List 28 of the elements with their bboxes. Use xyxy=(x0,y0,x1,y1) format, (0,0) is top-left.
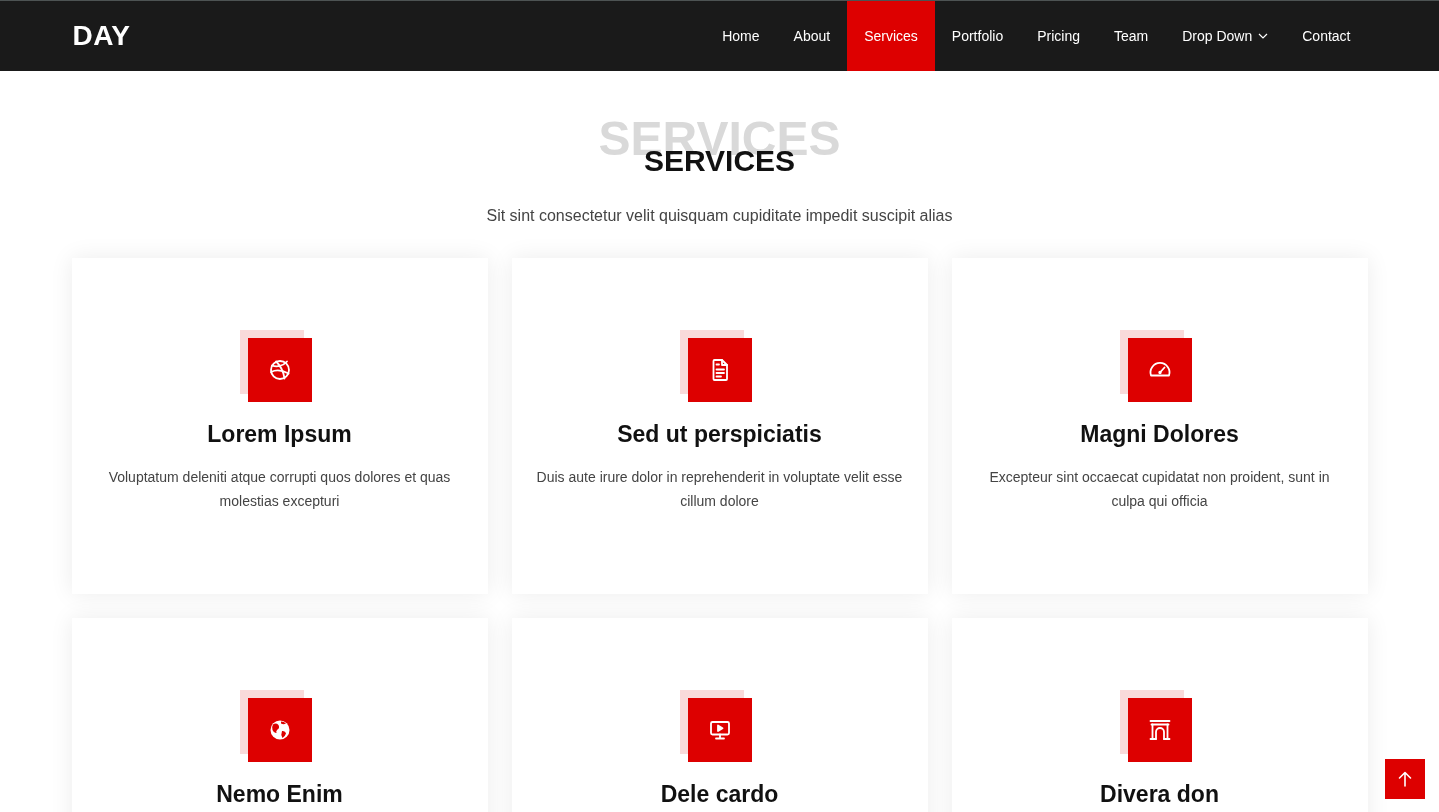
arch-icon xyxy=(1119,690,1192,762)
chevron-down-icon xyxy=(1258,33,1269,39)
nav-dropdown[interactable]: Drop Down xyxy=(1165,1,1286,71)
nav-link[interactable]: Services xyxy=(847,1,935,71)
arrow-up-icon xyxy=(1398,771,1412,787)
card-title: Magni Dolores xyxy=(1080,421,1239,449)
back-to-top-button[interactable] xyxy=(1385,759,1425,799)
monitor-play-icon xyxy=(679,690,752,762)
nav-link[interactable]: Home xyxy=(705,1,777,71)
nav-link[interactable]: Team xyxy=(1097,1,1166,71)
card-title: Divera don xyxy=(1100,781,1219,809)
gauge-icon xyxy=(1119,330,1192,402)
card-description: Duis aute irure dolor in reprehenderit in voluptate velit esse cillum dolore xyxy=(535,467,904,511)
card-title: Lorem Ipsum xyxy=(207,421,352,449)
nav-link[interactable]: Pricing xyxy=(1020,1,1097,71)
ball-icon xyxy=(239,330,312,402)
globe-icon xyxy=(239,690,312,762)
card-title: Sed ut perspiciatis xyxy=(617,421,822,449)
nav-link[interactable]: Portfolio xyxy=(934,1,1021,71)
document-icon xyxy=(679,330,752,402)
nav-link[interactable]: About xyxy=(776,1,848,71)
site-logo[interactable]: DAY xyxy=(72,20,131,52)
nav-link[interactable]: Contact xyxy=(1285,1,1368,71)
card-description: Excepteur sint occaecat cupidatat non proident, sunt in culpa qui officia xyxy=(988,467,1331,511)
card-title: Nemo Enim xyxy=(216,781,343,809)
section-subtitle: Sit sint consectetur velit quisquam cupiditate impedit suscipit alias xyxy=(486,206,953,226)
card-title: Dele cardo xyxy=(660,781,779,809)
card-description: Voluptatum deleniti atque corrupti quos dolores et quas molestias excepturi xyxy=(107,467,452,511)
